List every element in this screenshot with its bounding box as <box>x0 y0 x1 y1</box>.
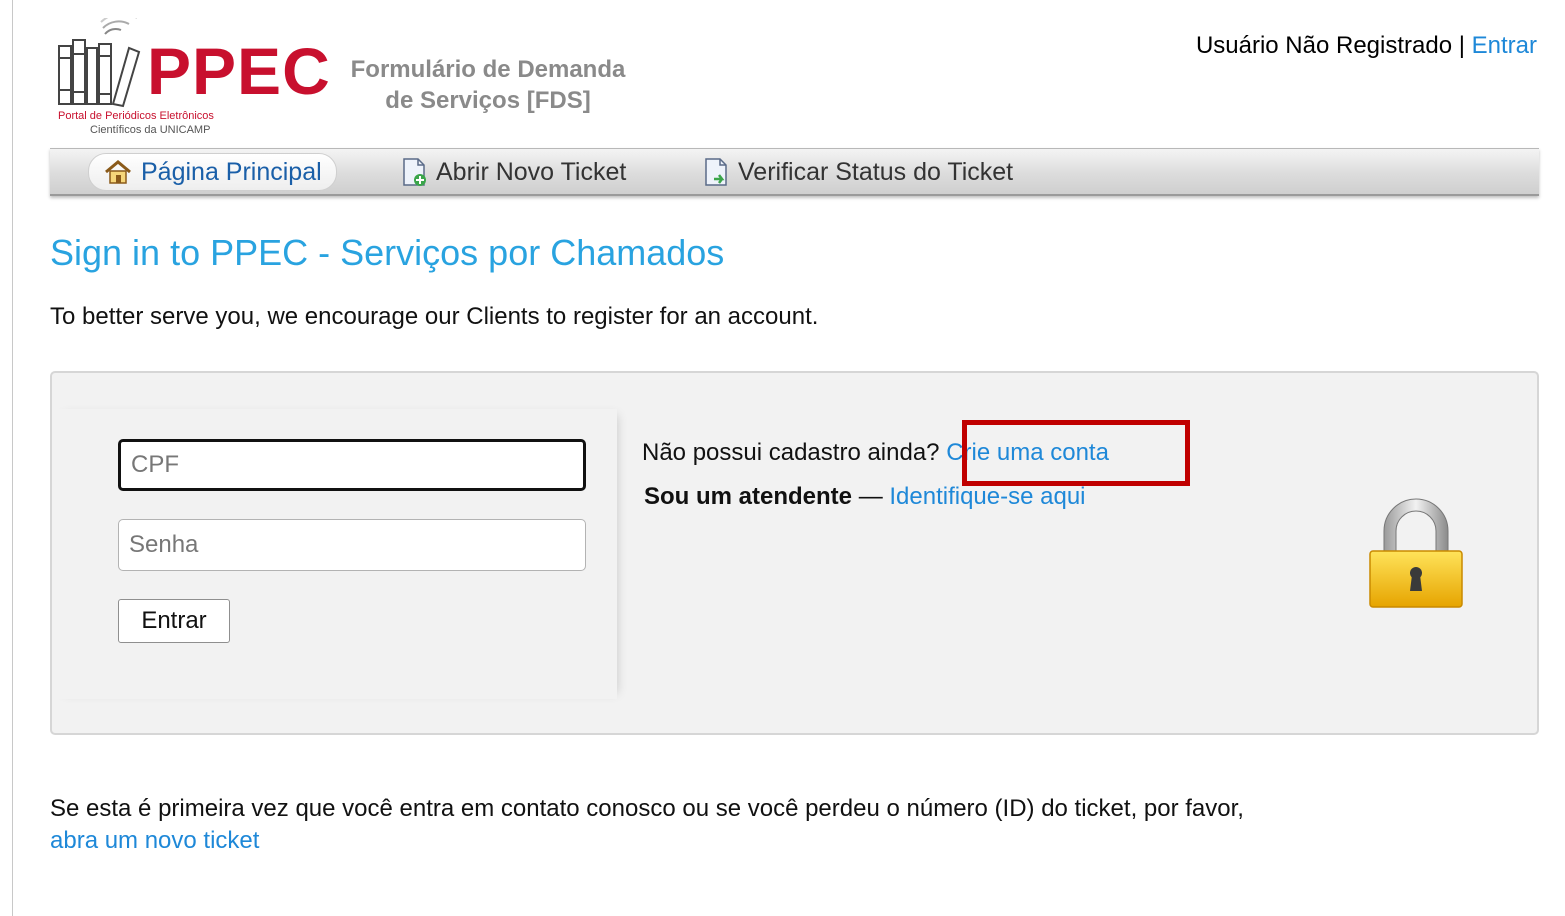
home-icon <box>105 160 131 184</box>
footer-text: Se esta é primeira vez que você entra em… <box>50 793 1450 857</box>
logo-text: PPEC <box>147 34 331 108</box>
lock-icon <box>1369 498 1463 608</box>
user-status-bar: Usuário Não Registrado | Entrar <box>1196 32 1537 60</box>
ppec-logo[interactable]: PPEC Portal de Periódicos Eletrônicos Ci… <box>55 18 330 140</box>
logo-subtitle: Portal de Periódicos Eletrônicos <box>58 110 214 122</box>
nav-item-label: Abrir Novo Ticket <box>436 157 627 186</box>
create-account-link[interactable]: Crie uma conta <box>946 439 1109 466</box>
nav-item-label: Página Principal <box>141 157 322 186</box>
new-ticket-icon <box>403 158 426 186</box>
register-prompt-text: Não possui cadastro ainda? <box>642 439 940 466</box>
agent-prompt: Sou um atendente — Identifique-se aqui <box>644 483 1086 511</box>
open-new-ticket-link[interactable]: abra um novo ticket <box>50 827 259 854</box>
password-input[interactable] <box>118 519 586 571</box>
register-prompt: Não possui cadastro ainda? Crie uma cont… <box>642 439 1109 467</box>
ticket-status-icon <box>705 158 727 186</box>
user-status: Usuário Não Registrado <box>1195 32 1453 59</box>
nav-item-label: Verificar Status do Ticket <box>738 157 1014 186</box>
nav-item-ticket-status[interactable]: Verificar Status do Ticket <box>688 153 1027 191</box>
form-title-line-1: Formulário de Demanda <box>350 56 626 83</box>
logo-subtitle-2: Científicos da UNICAMP <box>90 124 211 136</box>
login-panel: Entrar Não possui cadastro ainda? Crie u… <box>50 371 1539 735</box>
agent-label: Sou um atendente <box>644 483 853 510</box>
page-title: Sign in to PPEC - Serviços por Chamados <box>50 232 725 273</box>
agent-login-link[interactable]: Identifique-se aqui <box>889 483 1085 510</box>
login-form: Entrar <box>52 409 617 699</box>
agent-dash: — <box>858 483 883 510</box>
login-button[interactable]: Entrar <box>118 599 230 643</box>
intro-text: To better serve you, we encourage our Cl… <box>50 303 819 330</box>
separator: | <box>1458 32 1465 59</box>
cpf-input[interactable] <box>118 439 586 491</box>
nav-item-home[interactable]: Página Principal <box>88 153 337 191</box>
header-login-link[interactable]: Entrar <box>1472 32 1537 59</box>
form-title: Formulário de Demanda de Serviços [FDS] <box>338 54 638 116</box>
form-title-line-2: de Serviços [FDS] <box>385 87 591 114</box>
main-nav: Página Principal Abrir Novo Ticket Verif… <box>50 148 1539 196</box>
nav-item-new-ticket[interactable]: Abrir Novo Ticket <box>386 153 640 191</box>
footer-message: Se esta é primeira vez que você entra em… <box>50 795 1244 822</box>
books-logo-icon <box>58 18 141 108</box>
